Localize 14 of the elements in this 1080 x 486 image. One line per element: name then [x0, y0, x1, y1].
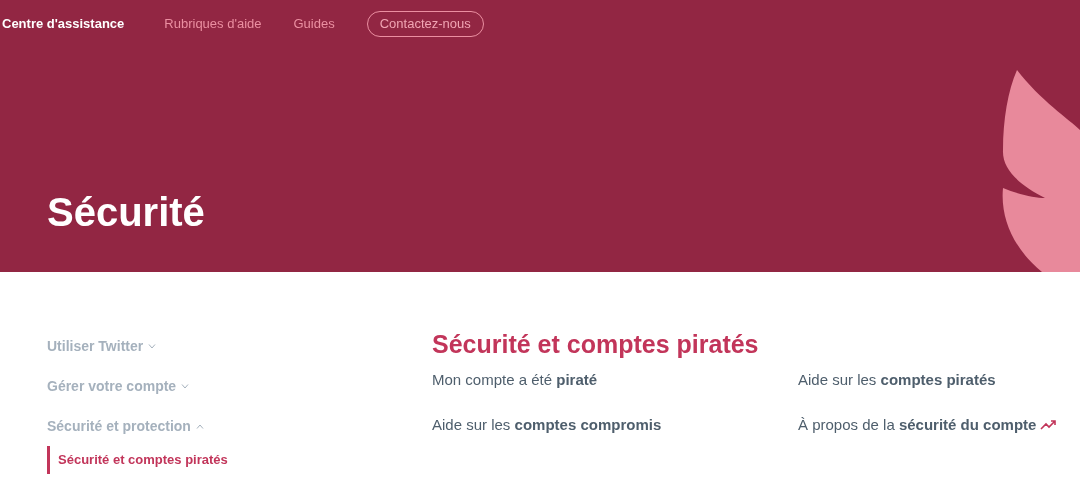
article-link[interactable]: Aide sur les comptes compromis — [432, 413, 662, 436]
sidebar-subitem[interactable]: Sécurité et comptes piratés — [47, 446, 432, 474]
brand-link[interactable]: Centre d'assistance — [2, 14, 125, 34]
chevron-down-icon[interactable] — [148, 343, 157, 349]
article-link[interactable]: Mon compte a été piraté — [432, 369, 598, 392]
page-title: Sécurité — [47, 189, 205, 236]
nav-link[interactable]: Guides — [293, 14, 335, 34]
chevron-down-icon[interactable] — [181, 383, 190, 389]
article-link[interactable]: À propos de la sécurité du compte — [798, 413, 1037, 436]
nav-link[interactable]: Rubriques d'aide — [164, 14, 262, 34]
trending-icon — [1040, 419, 1057, 430]
chevron-up-icon[interactable] — [195, 423, 204, 429]
section-title: Sécurité et comptes piratés — [432, 329, 760, 359]
article-link[interactable]: Aide sur les comptes piratés — [798, 369, 996, 392]
